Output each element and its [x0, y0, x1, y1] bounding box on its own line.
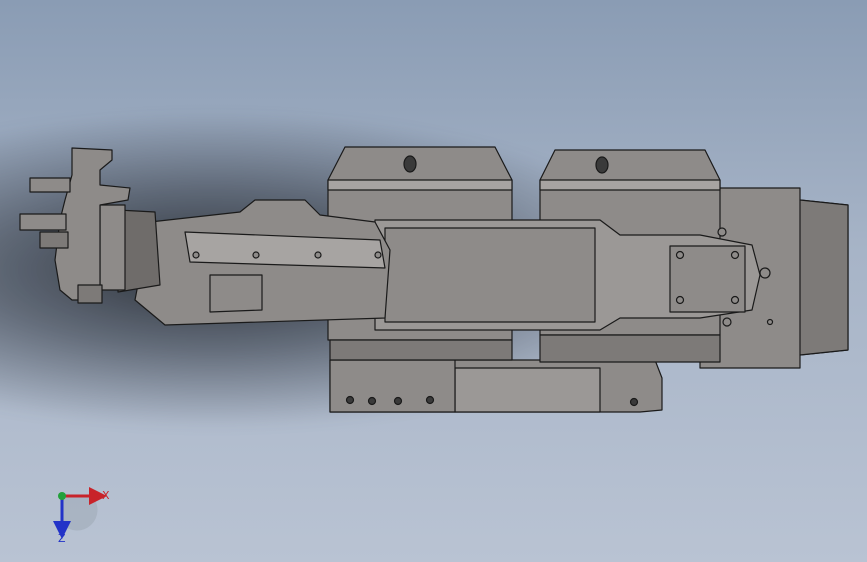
x-axis-label: X [102, 489, 110, 502]
y-axis-dot [58, 492, 66, 500]
forearm-link[interactable] [134, 199, 391, 326]
wrist-joint[interactable] [99, 204, 161, 293]
robot-arm-model[interactable] [0, 0, 867, 562]
triad-plane [62, 496, 98, 531]
lower-base-bar[interactable] [329, 334, 721, 413]
upper-arm-link[interactable] [374, 219, 761, 331]
orientation-triad: X Z [53, 487, 110, 545]
3d-viewport[interactable]: X Z [0, 0, 867, 562]
z-axis-label: Z [58, 532, 66, 545]
